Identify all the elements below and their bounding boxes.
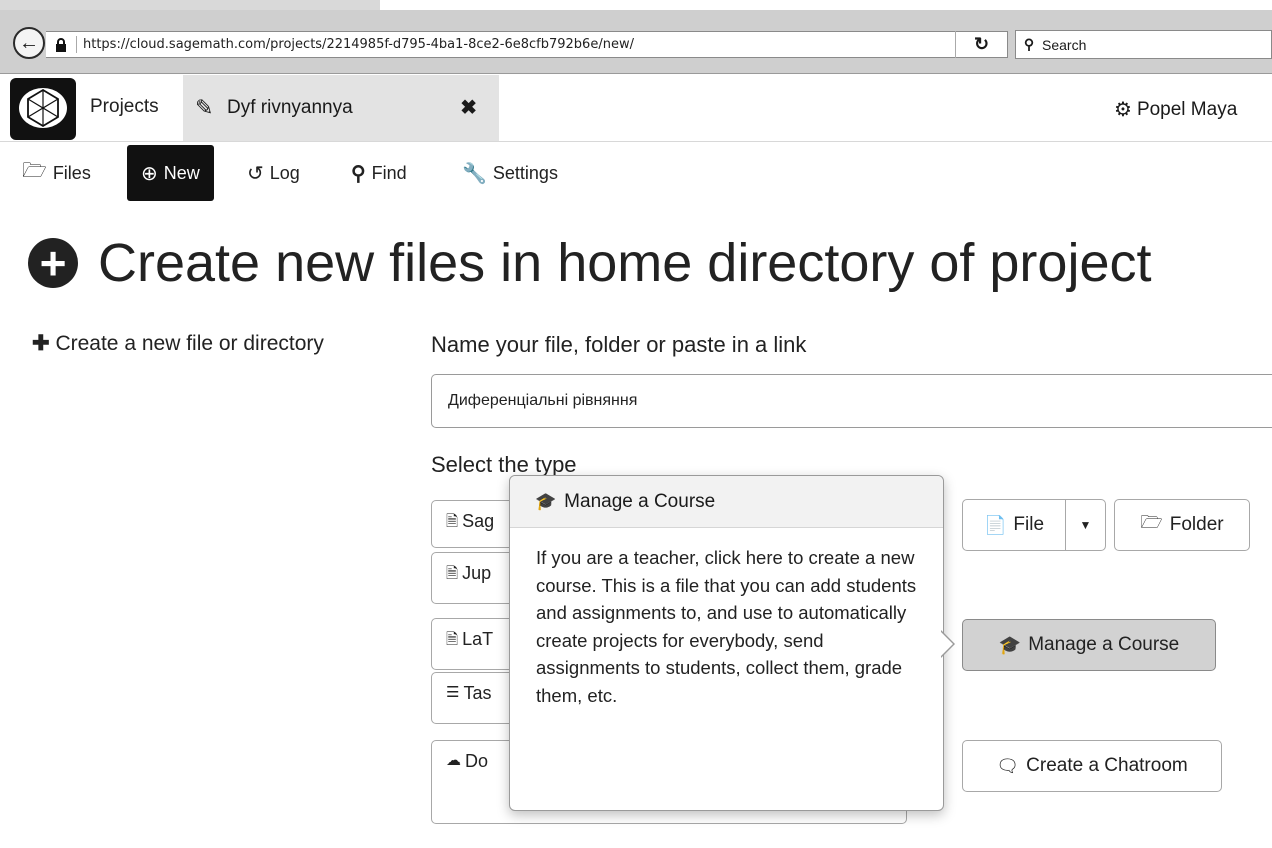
file-code-icon: 🗎 [446,513,459,530]
create-chatroom-button[interactable]: 🗨 Create a Chatroom [962,740,1222,792]
chatroom-button-label: Create a Chatroom [1026,755,1188,776]
caret-down-icon: ▼ [1079,518,1092,532]
latex-button-label: LaT [462,629,494,649]
url-text[interactable]: https://cloud.sagemath.com/projects/2214… [83,37,634,52]
manage-course-label: Manage a Course [1028,634,1180,655]
create-section-label: ✚ Create a new file or directory [32,330,332,357]
url-divider [76,36,77,53]
popover-arrow-inner [940,631,953,657]
task-button-label: Tas [463,683,492,703]
user-name: Popel Maya [1136,98,1238,120]
plus-circle-icon: + [28,238,78,288]
close-icon[interactable]: ✖ [460,95,477,120]
project-tab-label: Dyf rivnyannya [227,97,353,118]
lock-icon [46,37,76,52]
task-list-button[interactable]: ☰ Tas [431,672,521,724]
manage-course-button[interactable]: 🎓 Manage a Course [962,619,1216,671]
file-code-icon: 🗎 [446,565,459,582]
manage-course-popover: 🎓 Manage a Course If you are a teacher, … [509,475,944,811]
latex-document-button[interactable]: 🗎 LaT [431,618,521,670]
filename-input[interactable] [431,374,1272,428]
jupyter-button-label: Jup [462,563,492,583]
plus-icon: ✚ [32,332,50,355]
search-icon: ⚲ [1023,36,1035,52]
tab-settings-label: Settings [492,162,558,183]
file-icon: 📄 [983,514,1007,535]
project-subnav: 🗁 Files ⊕ New ↺ Log ⚲ Find 🔧 Settings [0,145,700,201]
tab-settings[interactable]: 🔧 Settings [462,145,558,201]
popover-header: 🎓 Manage a Course [510,476,943,528]
tab-log-label: Log [269,162,300,183]
sage-worksheet-button[interactable]: 🗎 Sag [431,500,521,548]
reload-button[interactable]: ↻ [955,31,1007,58]
search-placeholder: Search [1042,36,1087,53]
graduation-cap-icon: 🎓 [998,634,1022,655]
download-button-label: Do [465,751,489,771]
tasks-icon: ☰ [446,684,460,701]
create-section-text: Create a new file or directory [55,332,324,355]
popover-body: If you are a teacher, click here to crea… [536,547,917,706]
reload-icon: ↻ [973,34,990,54]
tab-files[interactable]: 🗁 Files [22,145,91,201]
plus-circle-icon: ⊕ [141,162,158,185]
tab-log[interactable]: ↺ Log [247,145,300,201]
jupyter-notebook-button[interactable]: 🗎 Jup [431,552,521,604]
folder-button[interactable]: 🗁 Folder [1114,499,1250,551]
sage-button-label: Sag [462,511,495,531]
file-button[interactable]: 📄 File [962,499,1066,551]
projects-link[interactable]: Projects [90,96,159,118]
address-bar[interactable]: https://cloud.sagemath.com/projects/2214… [46,31,1008,58]
tab-find[interactable]: ⚲ Find [351,145,407,201]
browser-search-input[interactable]: ⚲ Search [1015,30,1272,59]
page-title: + Create new files in home directory of … [28,232,1151,294]
cloud-icon: ☁ [446,752,461,769]
tab-find-label: Find [371,162,407,183]
comment-icon: 🗨 [996,755,1020,776]
edit-icon: ✎ [195,95,214,120]
project-tab[interactable]: ✎ Dyf rivnyannya ✖ [183,75,499,141]
file-excel-icon: 🗎 [446,631,459,648]
folder-button-label: Folder [1169,514,1224,535]
name-label: Name your file, folder or paste in a lin… [431,332,807,357]
tab-new-label: New [163,162,200,183]
history-icon: ↺ [247,162,264,185]
tab-files-label: Files [52,162,91,183]
user-menu[interactable]: ⚙ Popel Maya [1114,97,1237,122]
file-type-dropdown[interactable]: ▼ [1065,499,1106,551]
tab-new[interactable]: ⊕ New [127,145,214,201]
page-title-text: Create new files in home directory of pr… [98,233,1152,293]
arrow-left-icon: ← [19,31,39,54]
app-top-nav: Projects ✎ Dyf rivnyannya ✖ ⚙ Popel Maya [0,75,1272,142]
folder-open-icon: 🗁 [1140,512,1163,532]
search-icon: ⚲ [351,162,366,185]
gear-icon: ⚙ [1114,99,1132,121]
sagemath-logo[interactable] [10,78,76,140]
file-button-label: File [1013,514,1045,535]
graduation-cap-icon: 🎓 [535,491,557,511]
folder-open-icon: 🗁 [22,160,47,182]
browser-tab-strip [0,0,380,10]
popover-title: Manage a Course [564,490,716,512]
back-button[interactable]: ← [13,27,45,59]
wrench-icon: 🔧 [462,162,487,185]
